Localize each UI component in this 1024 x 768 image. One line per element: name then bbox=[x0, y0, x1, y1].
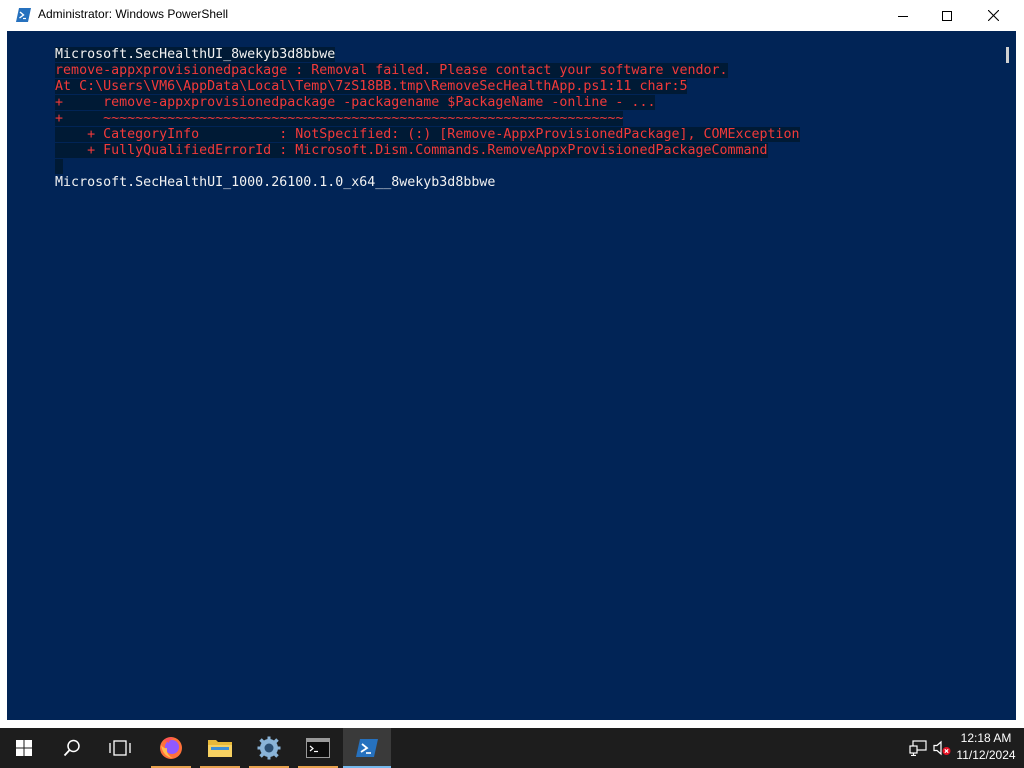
taskbar: 12:18 AM 11/12/2024 bbox=[0, 728, 1024, 768]
clock-date: 11/12/2024 bbox=[956, 748, 1016, 762]
console-line: Microsoft.SecHealthUI_8wekyb3d8bbwe bbox=[7, 31, 336, 62]
console-line: + ~~~~~~~~~~~~~~~~~~~~~~~~~~~~~~~~~~~~~~… bbox=[7, 95, 624, 126]
start-button[interactable] bbox=[0, 728, 48, 768]
minimize-icon bbox=[898, 15, 908, 17]
close-button[interactable] bbox=[970, 0, 1016, 31]
powershell-icon bbox=[16, 8, 31, 22]
folder-icon bbox=[208, 740, 232, 757]
console-line-text: + FullyQualifiedErrorId : Microsoft.Dism… bbox=[55, 143, 768, 158]
powershell-icon bbox=[356, 739, 378, 757]
gear-icon bbox=[257, 736, 281, 760]
command-prompt-button[interactable] bbox=[294, 728, 342, 768]
firefox-button[interactable] bbox=[147, 728, 195, 768]
console-line: + CategoryInfo : NotSpecified: (:) [Remo… bbox=[7, 111, 800, 142]
windows-logo-icon bbox=[16, 740, 32, 756]
console-output[interactable]: Microsoft.SecHealthUI_8wekyb3d8bbwe remo… bbox=[7, 31, 1000, 720]
system-clock[interactable]: 12:18 AM 11/12/2024 bbox=[948, 730, 1024, 766]
minimize-button[interactable] bbox=[880, 0, 926, 31]
console-line-text: Microsoft.SecHealthUI_1000.26100.1.0_x64… bbox=[55, 175, 496, 190]
scrollbar-thumb[interactable] bbox=[1006, 47, 1009, 63]
network-tray-button[interactable] bbox=[906, 728, 930, 768]
window-frame-right bbox=[1016, 31, 1024, 728]
console-line: Microsoft.SecHealthUI_1000.26100.1.0_x64… bbox=[7, 159, 495, 190]
console-line: + remove-appxprovisionedpackage -package… bbox=[7, 79, 656, 110]
title-bar[interactable]: Administrator: Windows PowerShell bbox=[0, 0, 1024, 31]
maximize-icon bbox=[942, 10, 952, 21]
search-icon bbox=[63, 739, 80, 757]
console-line: + FullyQualifiedErrorId : Microsoft.Dism… bbox=[7, 127, 768, 158]
network-icon bbox=[909, 740, 927, 756]
file-explorer-button[interactable] bbox=[196, 728, 244, 768]
window-title: Administrator: Windows PowerShell bbox=[38, 7, 229, 21]
vertical-scrollbar[interactable] bbox=[1000, 31, 1016, 720]
close-icon bbox=[987, 10, 999, 21]
powershell-button[interactable] bbox=[343, 728, 391, 768]
clock-time: 12:18 AM bbox=[960, 731, 1012, 745]
console-line: remove-appxprovisionedpackage : Removal … bbox=[7, 47, 728, 78]
window-frame-bottom bbox=[0, 720, 1024, 728]
powershell-window: Administrator: Windows PowerShell Micros… bbox=[0, 0, 1024, 728]
maximize-button[interactable] bbox=[924, 0, 970, 31]
settings-button[interactable] bbox=[245, 728, 293, 768]
firefox-icon bbox=[160, 737, 182, 759]
search-button[interactable] bbox=[48, 728, 96, 768]
console-line: At C:\Users\VM6\AppData\Local\Temp\7zS18… bbox=[7, 63, 688, 94]
cmd-icon bbox=[306, 738, 330, 758]
task-view-icon bbox=[109, 740, 131, 756]
task-view-button[interactable] bbox=[96, 728, 144, 768]
console-line bbox=[7, 143, 64, 174]
